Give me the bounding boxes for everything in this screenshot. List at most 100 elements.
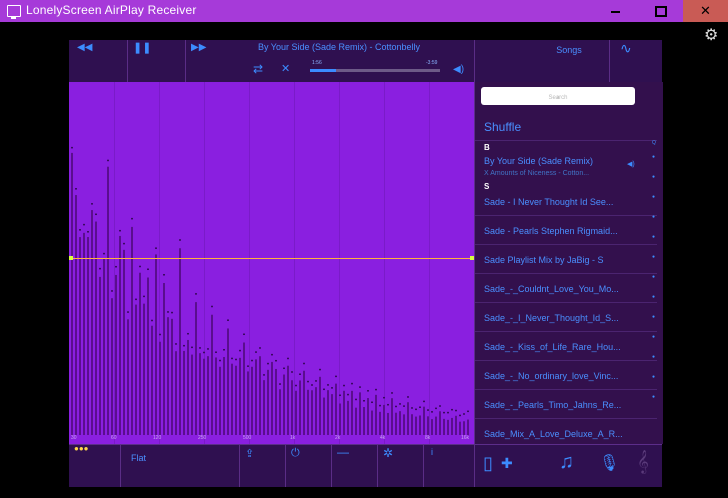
eq-preset-label[interactable]: Flat [131, 453, 146, 463]
pause-icon[interactable]: ❚❚ [133, 41, 151, 54]
index-dot[interactable]: ● [652, 234, 655, 240]
power-icon[interactable]: ⏻ [291, 447, 300, 460]
spectrum-bar [175, 351, 177, 435]
index-search-icon[interactable]: Q [652, 140, 656, 146]
spectrum-peak [335, 375, 337, 378]
index-dot[interactable]: ● [652, 254, 655, 260]
spectrum-peak [275, 359, 277, 362]
level-line[interactable] [69, 258, 474, 259]
rewind-icon[interactable]: ◀◀ [77, 42, 92, 53]
spectrum-bar [291, 380, 293, 435]
microphone-icon[interactable]: 🎙 [599, 453, 619, 473]
wave-icon[interactable]: ∿ [620, 40, 632, 57]
songs-button[interactable]: Songs [539, 45, 599, 55]
spectrum-peak [371, 401, 373, 404]
shuffle-icon[interactable]: ✕ [281, 62, 290, 75]
spectrum-bar [79, 237, 81, 435]
index-dot[interactable]: ● [652, 194, 655, 200]
gear-icon[interactable]: ⚙ [704, 25, 718, 45]
spectrum-bar [419, 415, 421, 435]
list-item[interactable]: Sade_-_Couldnt_Love_You_Mo... [484, 284, 619, 294]
spectrum-peak [227, 319, 229, 321]
list-item[interactable]: Sade - Pearls Stephen Rigmaid... [484, 226, 618, 236]
minus-icon[interactable]: — [337, 445, 349, 459]
spectrum-bar [443, 418, 445, 435]
spectrum-bar [371, 410, 373, 435]
spectrum-bar [439, 411, 441, 435]
songs-panel: ⌕ Search Shuffle B By Your Side (Sade Re… [474, 82, 663, 444]
fast-forward-icon[interactable]: ▶▶ [191, 42, 206, 53]
spectrum-peak [359, 386, 361, 388]
list-item[interactable]: Sade - I Never Thought Id See... [484, 197, 613, 207]
player-bottom-bar: ●●● Flat ⇪ ⏻ — ✲ i ▯ ✚ ♫ 🎙 𝄞 [69, 444, 662, 487]
list-item[interactable]: Sade_Mix_A_Love_Deluxe_A_R... [484, 429, 623, 439]
repeat-icon[interactable]: ⇄ [253, 62, 263, 76]
spectrum-peak [423, 400, 425, 403]
info-icon[interactable]: i [431, 447, 433, 457]
minimize-button[interactable] [593, 0, 638, 22]
index-dot[interactable]: ● [652, 354, 655, 360]
device-icon[interactable]: ▯ [483, 453, 493, 474]
index-dot[interactable]: ● [652, 214, 655, 220]
index-dot[interactable]: ● [652, 394, 655, 400]
spectrum-peak [327, 384, 329, 386]
index-dot[interactable]: ● [652, 174, 655, 180]
spectrum-bar [243, 342, 245, 435]
spectrum-bar [195, 302, 197, 435]
spectrum-peak [451, 408, 453, 411]
spectrum-bar [183, 350, 185, 435]
shuffle-button[interactable]: Shuffle [484, 120, 521, 134]
spectrum-bar [427, 416, 429, 435]
spectrum-peak [435, 407, 437, 410]
search-field[interactable]: ⌕ Search [481, 87, 635, 105]
spectrum-bar [127, 319, 129, 435]
treble-clef-icon[interactable]: 𝄞 [637, 451, 649, 474]
spectrum-peak [191, 346, 193, 349]
index-dot[interactable]: ● [652, 274, 655, 280]
settings-icon[interactable]: ✲ [383, 446, 393, 460]
spectrum-peak [83, 223, 85, 226]
list-item[interactable]: Sade_-_Pearls_Timo_Jahns_Re... [484, 400, 621, 410]
spectrum-bar [315, 387, 317, 435]
spectrum-bar [159, 341, 161, 435]
current-song-title[interactable]: By Your Side (Sade Remix) [484, 156, 593, 166]
spectrum-peak [243, 333, 245, 336]
progress-bar[interactable] [310, 69, 440, 72]
spectrum-bar [335, 383, 337, 435]
maximize-button[interactable] [638, 0, 683, 22]
index-dot[interactable]: ● [652, 154, 655, 160]
level-handle-left[interactable] [69, 256, 73, 260]
spectrum-bar [407, 402, 409, 435]
spectrum-bar [299, 380, 301, 435]
spectrum-peak [87, 231, 89, 233]
share-icon[interactable]: ⇪ [245, 447, 254, 460]
list-item[interactable]: Sade_-_No_ordinary_love_Vinc... [484, 371, 618, 381]
index-dot[interactable]: ● [652, 374, 655, 380]
index-dot[interactable]: ● [652, 314, 655, 320]
spectrum-peak [411, 407, 413, 409]
volume-icon[interactable]: ◀) [453, 64, 464, 75]
list-item[interactable]: Sade_-_I_Never_Thought_Id_S... [484, 313, 619, 323]
spectrum-peak [463, 413, 465, 415]
spectrum-bar [83, 232, 85, 435]
spectrum-bar [263, 380, 265, 435]
spectrum-peak [71, 146, 73, 149]
close-button[interactable]: ✕ [683, 0, 728, 22]
spectrum-bar [167, 317, 169, 435]
spectrum-peak [391, 392, 393, 394]
freq-label: 4k [380, 435, 386, 441]
list-item[interactable]: Sade Playlist Mix by JaBig - S [484, 255, 604, 265]
spectrum-bar [339, 403, 341, 435]
list-item[interactable]: Sade_-_Kiss_of_Life_Rare_Hou... [484, 342, 621, 352]
spectrum-peak [131, 217, 133, 220]
index-dot[interactable]: ● [652, 294, 655, 300]
spectrum-peak [355, 398, 357, 401]
spectrum-bars [71, 146, 469, 435]
dots-menu-icon[interactable]: ●●● [74, 444, 89, 453]
spectrum-bar [327, 390, 329, 435]
index-dot[interactable]: ● [652, 334, 655, 340]
cross-icon[interactable]: ✚ [501, 455, 513, 472]
section-header-b: B [484, 143, 490, 152]
music-note-icon[interactable]: ♫ [559, 451, 574, 474]
spectrum-bar [103, 258, 105, 435]
